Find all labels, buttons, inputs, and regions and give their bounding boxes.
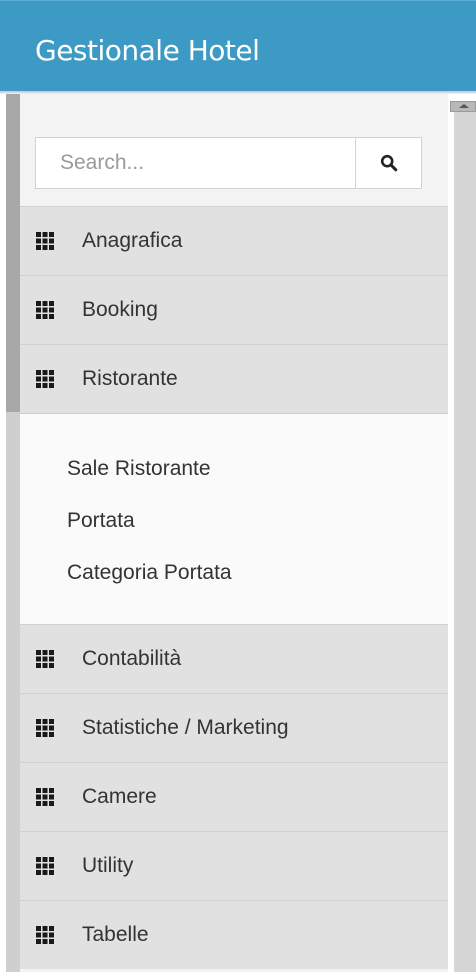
sidebar-scrollbar-thumb[interactable] bbox=[6, 94, 20, 412]
sidebar-item-label: Anagrafica bbox=[82, 229, 183, 252]
sidebar-item-label: Ristorante bbox=[82, 367, 178, 390]
grid-icon bbox=[36, 788, 54, 806]
app-header: Gestionale Hotel bbox=[0, 0, 476, 91]
content-scrollbar[interactable] bbox=[454, 112, 476, 972]
grid-icon bbox=[36, 370, 54, 388]
app-title: Gestionale Hotel bbox=[35, 34, 260, 67]
sidebar-item-tabelle[interactable]: Tabelle bbox=[20, 900, 448, 969]
sidebar-item-statistiche-marketing[interactable]: Statistiche / Marketing bbox=[20, 693, 448, 762]
scroll-up-arrow-icon[interactable] bbox=[450, 101, 476, 112]
submenu-item-sale-ristorante[interactable]: Sale Ristorante bbox=[67, 456, 211, 482]
search-bar bbox=[35, 137, 422, 189]
sidebar-item-label: Camere bbox=[82, 785, 157, 808]
sidebar-item-label: Contabilità bbox=[82, 647, 182, 670]
search-button[interactable] bbox=[355, 137, 422, 189]
sidebar-item-label: Statistiche / Marketing bbox=[82, 716, 289, 739]
grid-icon bbox=[36, 301, 54, 319]
submenu-ristorante: Sale Ristorante Portata Categoria Portat… bbox=[20, 413, 448, 624]
sidebar-item-booking[interactable]: Booking bbox=[20, 275, 448, 344]
sidebar-item-label: Utility bbox=[82, 854, 134, 877]
sidebar-item-label: Tabelle bbox=[82, 923, 149, 946]
sidebar: Anagrafica Booking Ristorante Sale Risto… bbox=[20, 94, 448, 972]
submenu-item-portata[interactable]: Portata bbox=[67, 508, 135, 534]
grid-icon bbox=[36, 857, 54, 875]
sidebar-item-label: Booking bbox=[82, 298, 158, 321]
grid-icon bbox=[36, 232, 54, 250]
search-input[interactable] bbox=[35, 137, 355, 189]
submenu-item-categoria-portata[interactable]: Categoria Portata bbox=[67, 560, 232, 586]
sidebar-item-utility[interactable]: Utility bbox=[20, 831, 448, 900]
sidebar-scrollbar[interactable] bbox=[6, 94, 20, 972]
sidebar-item-ristorante[interactable]: Ristorante bbox=[20, 344, 448, 413]
sidebar-item-anagrafica[interactable]: Anagrafica bbox=[20, 206, 448, 275]
sidebar-item-contabilita[interactable]: Contabilità bbox=[20, 624, 448, 693]
grid-icon bbox=[36, 650, 54, 668]
search-icon bbox=[380, 154, 397, 172]
grid-icon bbox=[36, 926, 54, 944]
grid-icon bbox=[36, 719, 54, 737]
sidebar-item-camere[interactable]: Camere bbox=[20, 762, 448, 831]
